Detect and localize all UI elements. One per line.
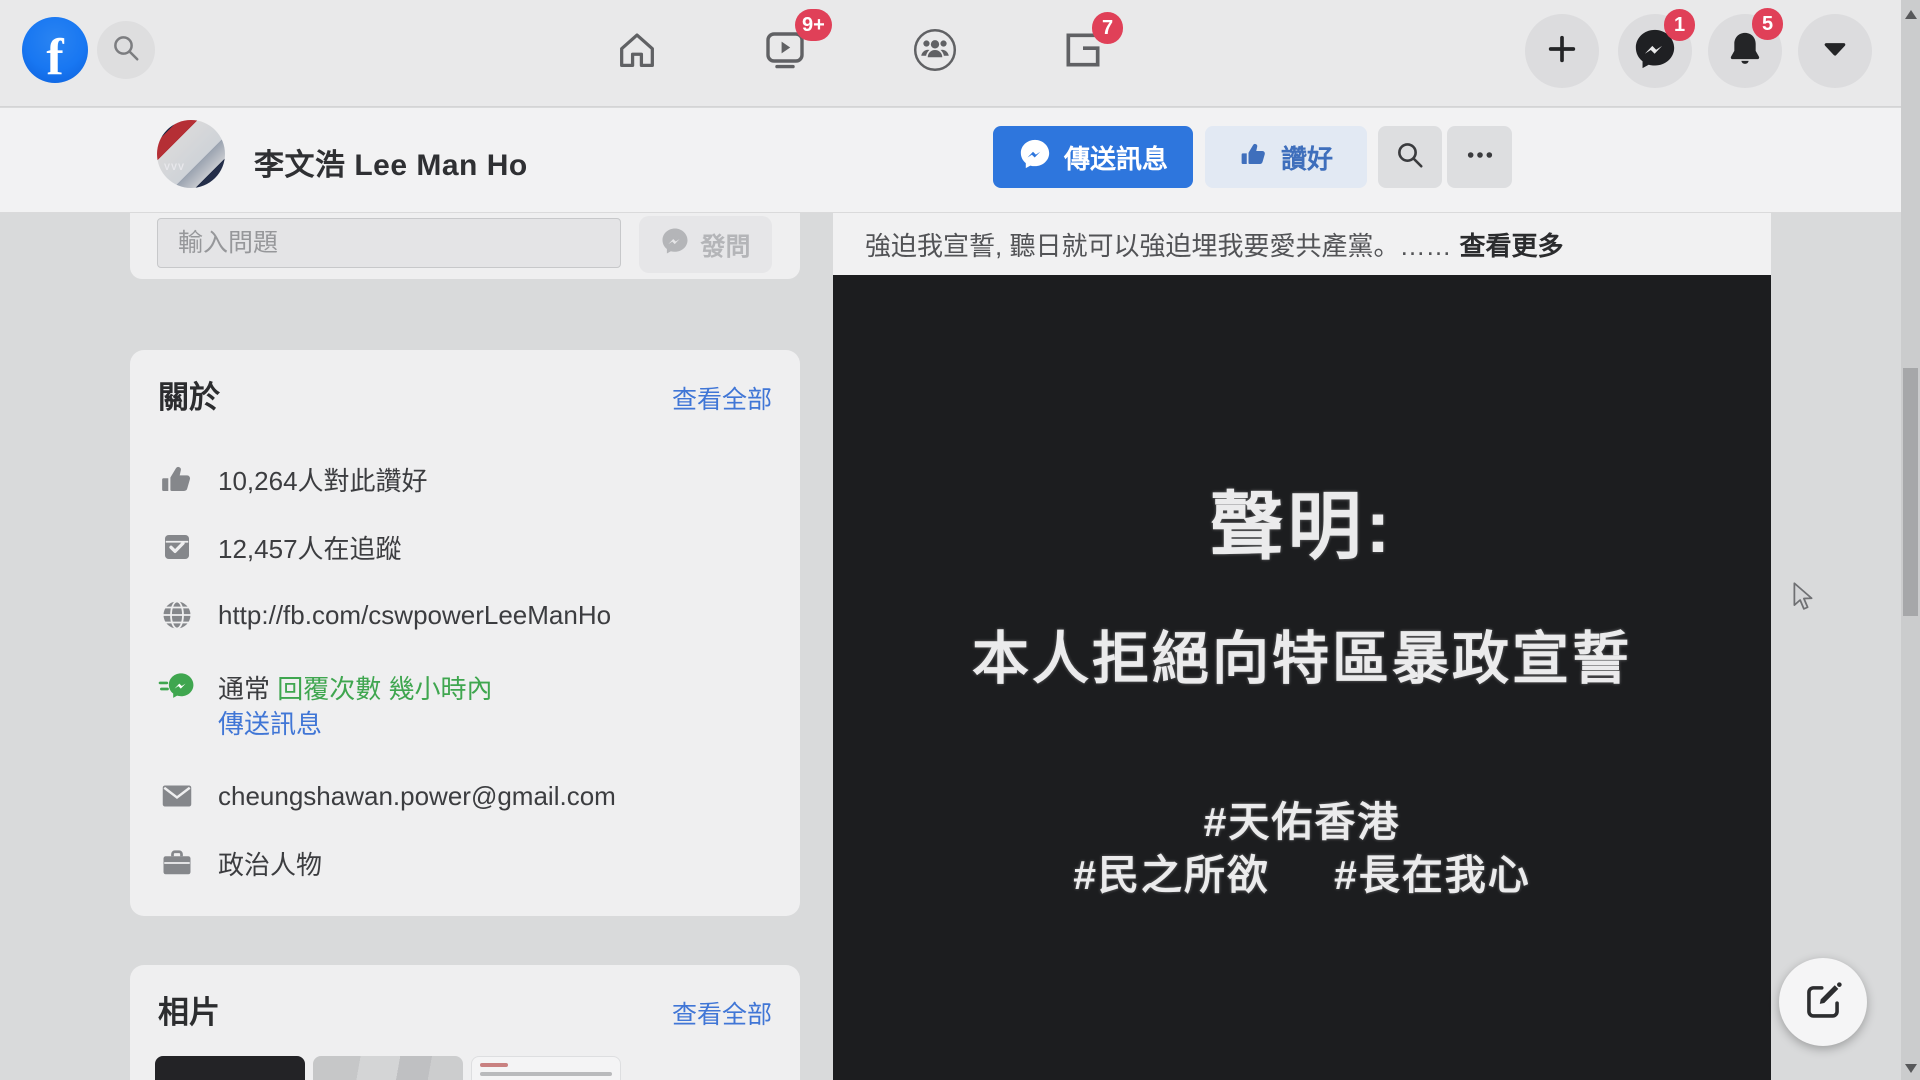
scroll-up-arrow[interactable] bbox=[1901, 4, 1920, 24]
like-label: 讚好 bbox=[1281, 139, 1333, 176]
photos-card: 相片 查看全部 bbox=[130, 965, 800, 1080]
thumbs-up-icon bbox=[158, 460, 196, 498]
photos-title: 相片 bbox=[158, 987, 220, 1032]
home-icon bbox=[614, 27, 660, 78]
response-time-value: 回覆次數 幾小時內 bbox=[277, 674, 492, 704]
search-icon bbox=[1395, 140, 1425, 175]
thumbnail-text-line bbox=[480, 1063, 508, 1067]
profile-avatar[interactable]: VVV bbox=[157, 120, 225, 188]
chevron-down-icon bbox=[1820, 34, 1850, 69]
email-row: cheungshawan.power@gmail.com bbox=[158, 775, 616, 817]
category-link[interactable]: 政治人物 bbox=[218, 845, 322, 882]
question-input[interactable] bbox=[157, 218, 621, 268]
messenger-badge: 1 bbox=[1664, 9, 1695, 41]
likes-count: 10,264人對此讚好 bbox=[218, 461, 428, 498]
avatar-watermark: VVV bbox=[164, 162, 185, 172]
facebook-logo[interactable]: f bbox=[22, 17, 88, 83]
post-video-media[interactable]: 聲明: 本人拒絕向特區暴政宣誓 #天佑香港 #民之所欲 #長在我心 bbox=[833, 275, 1771, 1080]
send-message-label: 傳送訊息 bbox=[1064, 139, 1168, 176]
media-hashtag-line2: #民之所欲 #長在我心 bbox=[833, 841, 1771, 901]
notifications-badge: 5 bbox=[1752, 8, 1783, 40]
search-icon bbox=[111, 33, 141, 68]
send-message-link[interactable]: 傳送訊息 bbox=[218, 704, 322, 741]
media-hashtag-2a: #民之所欲 bbox=[1073, 852, 1270, 898]
groups-tab[interactable] bbox=[907, 24, 963, 80]
thumbnail-text-line bbox=[480, 1072, 612, 1076]
groups-icon bbox=[910, 25, 960, 80]
followers-count: 12,457人在追蹤 bbox=[218, 529, 402, 566]
watch-badge: 9+ bbox=[795, 9, 832, 41]
email-link[interactable]: cheungshawan.power@gmail.com bbox=[218, 781, 616, 812]
post-text-strip: 強迫我宣誓, 聽日就可以強迫埋我要愛共產黨。…… 查看更多 bbox=[833, 213, 1771, 275]
briefcase-icon bbox=[158, 844, 196, 882]
about-card: 關於 查看全部 10,264人對此讚好 12,457人在追蹤 http://fb… bbox=[130, 350, 800, 916]
website-link[interactable]: http://fb.com/cswpowerLeeManHo bbox=[218, 600, 611, 631]
photo-thumbnail[interactable] bbox=[313, 1056, 463, 1080]
response-time-row: 通常 回覆次數 幾小時內 bbox=[158, 666, 492, 708]
search-button[interactable] bbox=[97, 21, 155, 79]
scrollbar-thumb[interactable] bbox=[1903, 368, 1918, 616]
ask-label: 發問 bbox=[700, 227, 750, 263]
compose-fab-button[interactable] bbox=[1779, 958, 1867, 1046]
about-see-all-link[interactable]: 查看全部 bbox=[672, 380, 772, 416]
profile-name: 李文浩 Lee Man Ho bbox=[254, 140, 528, 184]
thumbs-up-icon bbox=[1239, 139, 1269, 176]
profile-search-button[interactable] bbox=[1378, 126, 1442, 188]
category-row: 政治人物 bbox=[158, 842, 322, 884]
website-row: http://fb.com/cswpowerLeeManHo bbox=[158, 594, 611, 636]
scroll-down-arrow[interactable] bbox=[1901, 1058, 1920, 1078]
response-time-text: 通常 回覆次數 幾小時內 bbox=[218, 669, 492, 706]
media-statement-line: 本人拒絕向特區暴政宣誓 bbox=[833, 613, 1771, 695]
facebook-f-glyph: f bbox=[46, 28, 63, 87]
question-card: 發問 bbox=[130, 213, 800, 279]
send-message-button[interactable]: 傳送訊息 bbox=[993, 126, 1193, 188]
likes-row: 10,264人對此讚好 bbox=[158, 458, 428, 500]
create-button[interactable] bbox=[1525, 14, 1599, 88]
plus-icon bbox=[1545, 32, 1579, 71]
messenger-fast-reply-icon bbox=[158, 668, 196, 706]
post-text-content: 強迫我宣誓, 聽日就可以強迫埋我要愛共產黨。…… bbox=[865, 231, 1451, 261]
profile-header-bar: VVV 李文浩 Lee Man Ho 傳送訊息 讚好 bbox=[0, 108, 1901, 213]
followers-row: 12,457人在追蹤 bbox=[158, 526, 402, 568]
gaming-badge: 7 bbox=[1092, 12, 1123, 44]
about-title: 關於 bbox=[158, 372, 220, 417]
like-button[interactable]: 讚好 bbox=[1205, 126, 1367, 188]
account-menu-button[interactable] bbox=[1798, 14, 1872, 88]
media-hashtag-2b: #長在我心 bbox=[1334, 852, 1531, 898]
top-navigation-bar: f 9+ bbox=[0, 0, 1901, 107]
photo-thumbnail[interactable] bbox=[155, 1056, 305, 1080]
messenger-bubble-icon bbox=[1018, 137, 1052, 178]
post-text: 強迫我宣誓, 聽日就可以強迫埋我要愛共產黨。…… 查看更多 bbox=[865, 226, 1563, 263]
followers-check-icon bbox=[158, 528, 196, 566]
facebook-page-screen: f 9+ bbox=[0, 0, 1920, 1080]
photo-thumbnail[interactable] bbox=[471, 1056, 621, 1080]
photos-see-all-link[interactable]: 查看全部 bbox=[672, 995, 772, 1031]
mouse-cursor bbox=[1792, 582, 1818, 617]
media-statement-title: 聲明: bbox=[833, 467, 1771, 574]
home-tab[interactable] bbox=[609, 24, 665, 80]
media-hashtag-line1: #天佑香港 bbox=[833, 788, 1771, 848]
globe-icon bbox=[158, 596, 196, 634]
ask-button[interactable]: 發問 bbox=[639, 216, 772, 273]
ellipsis-icon bbox=[1464, 139, 1496, 176]
messenger-bubble-icon bbox=[660, 226, 690, 263]
edit-pencil-icon bbox=[1800, 977, 1846, 1028]
more-options-button[interactable] bbox=[1447, 126, 1512, 188]
response-prefix: 通常 bbox=[218, 674, 270, 704]
see-more-link[interactable]: 查看更多 bbox=[1459, 231, 1563, 261]
envelope-icon bbox=[158, 777, 196, 815]
